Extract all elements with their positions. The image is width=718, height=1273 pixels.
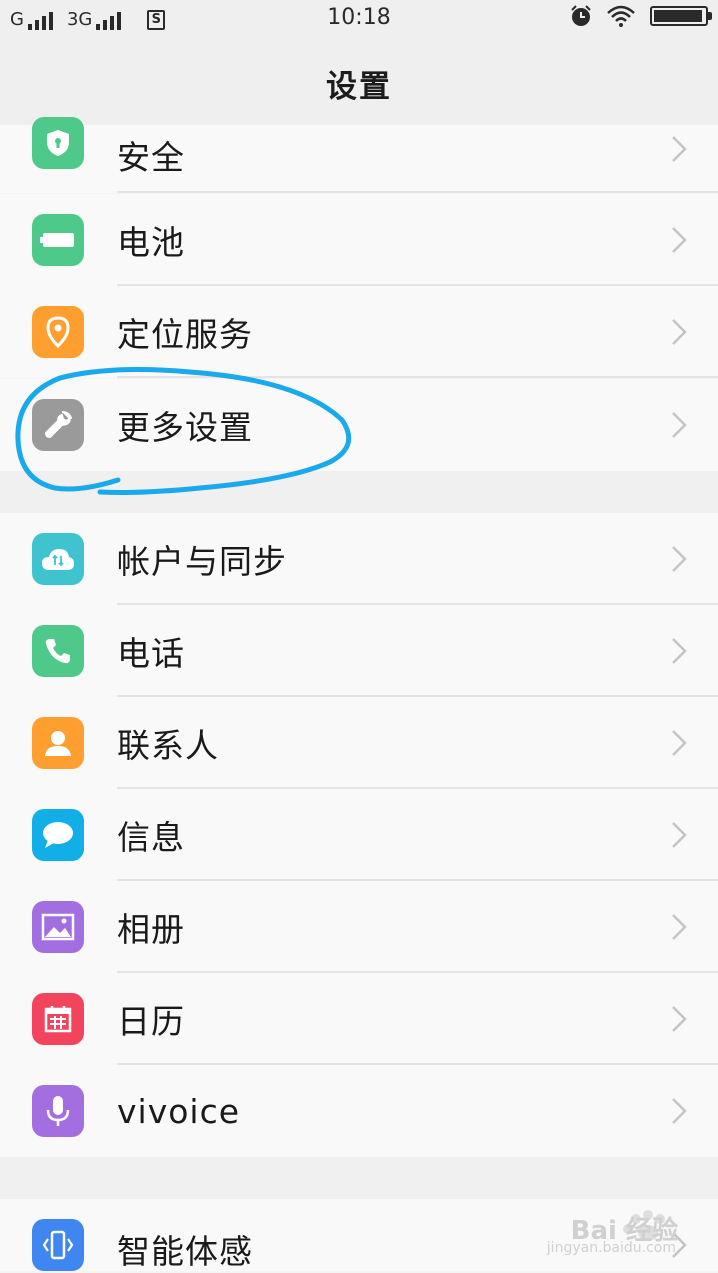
message-icon-tile: [32, 809, 84, 861]
settings-item-messages[interactable]: 信息: [0, 789, 718, 881]
microphone-icon: [46, 1096, 70, 1126]
group-gap-2: [0, 1157, 718, 1199]
motion-phone-icon: [42, 1230, 74, 1260]
phone-icon: [45, 639, 70, 664]
shield-icon: [47, 130, 69, 156]
microphone-icon-tile: [32, 1085, 84, 1137]
motion-phone-icon-tile: [32, 1219, 84, 1271]
chevron-right-icon: [672, 227, 687, 253]
contact-icon-tile: [32, 717, 84, 769]
chevron-right-icon: [672, 136, 687, 162]
status-right: [570, 5, 712, 27]
wrench-icon: [45, 411, 72, 438]
settings-item-security[interactable]: 安全: [0, 117, 718, 193]
chevron-right-icon: [672, 546, 687, 572]
chevron-right-icon: [672, 412, 687, 438]
settings-item-label: 智能体感: [117, 1232, 253, 1271]
location-pin-icon: [46, 316, 70, 348]
phone-icon-tile: [32, 625, 84, 677]
status-bar: G 3G S 10:18: [0, 0, 718, 36]
gallery-icon-tile: [32, 901, 84, 953]
settings-item-label: 日历: [117, 1002, 185, 1041]
page-title: 设置: [326, 69, 392, 105]
chevron-right-icon: [672, 822, 687, 848]
battery-icon: [650, 6, 712, 26]
wifi-icon: [607, 5, 635, 27]
chevron-right-icon: [672, 1006, 687, 1032]
settings-item-phone[interactable]: 电话: [0, 605, 718, 697]
gallery-icon: [41, 913, 75, 941]
cloud-sync-icon-tile: [32, 533, 84, 585]
settings-item-label: 相册: [117, 910, 185, 949]
contact-icon: [45, 731, 71, 756]
message-icon: [43, 822, 73, 848]
chevron-right-icon: [672, 730, 687, 756]
cloud-sync-icon: [42, 549, 74, 570]
settings-item-label: 定位服务: [117, 315, 253, 354]
settings-item-label: vivoice: [117, 1091, 241, 1131]
settings-item-label: 信息: [117, 818, 185, 857]
watermark-url: jingyan.baidu.com: [546, 1240, 676, 1256]
settings-item-accounts-sync[interactable]: 帐户与同步: [0, 513, 718, 605]
settings-item-location[interactable]: 定位服务: [0, 286, 718, 378]
calendar-icon-tile: [32, 993, 84, 1045]
alarm-icon: [571, 5, 591, 26]
settings-item-label: 更多设置: [117, 408, 253, 447]
calendar-icon: [44, 1006, 72, 1033]
settings-item-label: 帐户与同步: [117, 542, 287, 581]
settings-item-vivoice[interactable]: vivoice: [0, 1065, 718, 1157]
settings-item-label: 电话: [117, 634, 185, 673]
settings-item-label: 联系人: [117, 726, 219, 765]
wrench-icon-tile: [32, 399, 84, 451]
settings-item-calendar[interactable]: 日历: [0, 973, 718, 1065]
title-bar: 设置: [0, 36, 718, 132]
chevron-right-icon: [672, 1098, 687, 1124]
settings-item-label: 安全: [117, 138, 185, 177]
battery-icon-tile: [32, 214, 84, 266]
settings-item-gallery[interactable]: 相册: [0, 881, 718, 973]
chevron-right-icon: [672, 914, 687, 940]
chevron-right-icon: [672, 638, 687, 664]
location-icon-tile: [32, 306, 84, 358]
group-gap-1: [0, 471, 718, 513]
settings-item-battery[interactable]: 电池: [0, 194, 718, 286]
settings-item-more-settings[interactable]: 更多设置: [0, 379, 718, 471]
chevron-right-icon: [672, 319, 687, 345]
battery-icon: [40, 233, 74, 247]
settings-item-label: 电池: [117, 223, 185, 262]
shield-icon-tile: [32, 117, 84, 169]
settings-item-contacts[interactable]: 联系人: [0, 697, 718, 789]
